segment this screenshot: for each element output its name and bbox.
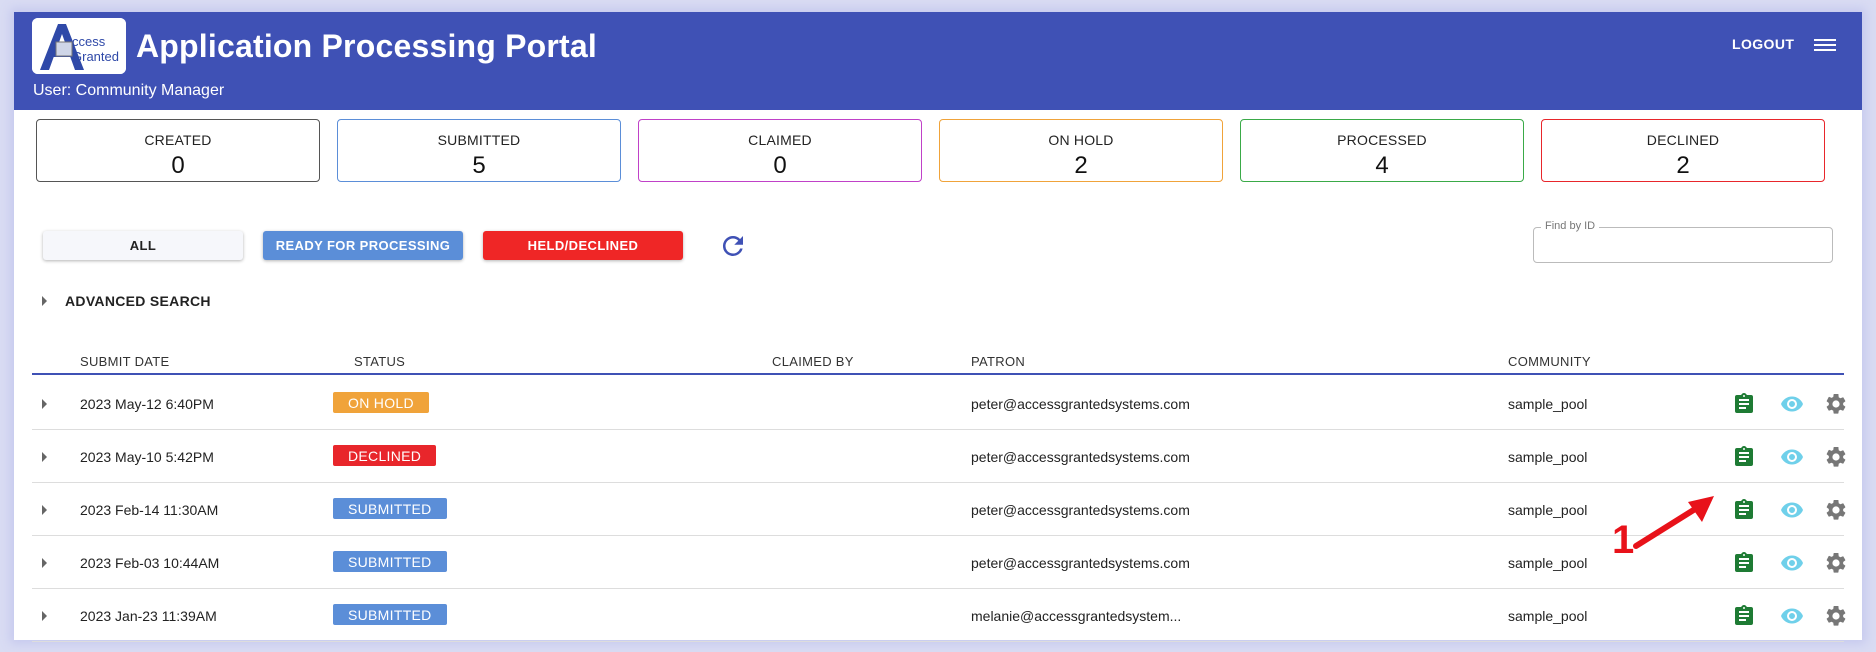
status-badge: SUBMITTED [333, 604, 447, 625]
card-label: CLAIMED [748, 132, 812, 148]
clipboard-icon[interactable] [1732, 551, 1756, 575]
logo-text-top: ccess [72, 34, 106, 49]
filter-held-declined-button[interactable]: HELD/DECLINED [483, 231, 683, 260]
status-badge: SUBMITTED [333, 551, 447, 572]
row-expand-icon[interactable] [42, 611, 47, 621]
app-header: ccess Granted Application Processing Por… [14, 12, 1862, 110]
eye-icon[interactable] [1780, 551, 1804, 575]
table-row[interactable]: 2023 Feb-03 10:44AM SUBMITTED peter@acce… [32, 536, 1846, 589]
column-claimed-by[interactable]: CLAIMED BY [772, 354, 854, 369]
card-claimed[interactable]: CLAIMED 0 [638, 119, 922, 182]
clipboard-icon[interactable] [1732, 445, 1756, 469]
refresh-icon[interactable] [718, 231, 748, 261]
card-count: 0 [773, 152, 787, 179]
patron-email: peter@accessgrantedsystems.com [971, 396, 1190, 412]
community: sample_pool [1508, 555, 1588, 571]
gear-icon[interactable] [1824, 551, 1848, 575]
gear-icon[interactable] [1824, 392, 1848, 416]
advanced-search-label: ADVANCED SEARCH [65, 293, 211, 309]
card-label: DECLINED [1646, 132, 1720, 148]
card-created[interactable]: CREATED 0 [36, 119, 320, 182]
gear-icon[interactable] [1824, 498, 1848, 522]
table-row[interactable]: 2023 Jan-23 11:39AM SUBMITTED melanie@ac… [32, 589, 1846, 642]
community: sample_pool [1508, 396, 1588, 412]
advanced-search-toggle[interactable]: ADVANCED SEARCH [42, 293, 211, 309]
annotation-number: 1 [1612, 518, 1635, 562]
eye-icon[interactable] [1780, 498, 1804, 522]
app-window: ccess Granted Application Processing Por… [14, 12, 1862, 642]
column-community[interactable]: COMMUNITY [1508, 354, 1591, 369]
card-label: CREATED [144, 132, 212, 148]
access-granted-logo: ccess Granted [32, 18, 126, 74]
status-badge: SUBMITTED [333, 498, 447, 519]
table-row[interactable]: 2023 May-10 5:42PM DECLINED peter@access… [32, 430, 1846, 483]
status-badge: DECLINED [333, 445, 437, 466]
logo-text-bottom: Granted [72, 49, 119, 64]
table-row[interactable]: 2023 Feb-14 11:30AM SUBMITTED peter@acce… [32, 483, 1846, 536]
eye-icon[interactable] [1780, 604, 1804, 628]
card-submitted[interactable]: SUBMITTED 5 [337, 119, 621, 182]
status-badge: ON HOLD [333, 392, 429, 413]
table-header: SUBMIT DATE STATUS CLAIMED BY PATRON COM… [32, 342, 1844, 375]
row-expand-icon[interactable] [42, 399, 47, 409]
clipboard-icon[interactable] [1732, 498, 1756, 522]
card-count: 0 [171, 152, 185, 179]
clipboard-icon[interactable] [1732, 392, 1756, 416]
column-submit-date[interactable]: SUBMIT DATE [80, 354, 170, 369]
submit-date: 2023 May-12 6:40PM [80, 396, 214, 412]
submit-date: 2023 May-10 5:42PM [80, 449, 214, 465]
community: sample_pool [1508, 608, 1588, 624]
patron-email: peter@accessgrantedsystems.com [971, 555, 1190, 571]
page-title: Application Processing Portal [136, 28, 598, 64]
row-expand-icon[interactable] [42, 452, 47, 462]
patron-email: peter@accessgrantedsystems.com [971, 502, 1190, 518]
column-status[interactable]: STATUS [354, 354, 405, 369]
card-label: SUBMITTED [437, 132, 521, 148]
column-patron[interactable]: PATRON [971, 354, 1025, 369]
gear-icon[interactable] [1824, 445, 1848, 469]
row-expand-icon[interactable] [42, 505, 47, 515]
logo-graphic: ccess Granted [32, 18, 126, 74]
eye-icon[interactable] [1780, 392, 1804, 416]
card-declined[interactable]: DECLINED 2 [1541, 119, 1825, 182]
card-label: PROCESSED [1337, 132, 1427, 148]
card-count: 4 [1375, 152, 1389, 179]
card-processed[interactable]: PROCESSED 4 [1240, 119, 1524, 182]
card-count: 2 [1676, 152, 1690, 179]
submit-date: 2023 Jan-23 11:39AM [80, 608, 217, 624]
card-count: 2 [1074, 152, 1088, 179]
community: sample_pool [1508, 502, 1588, 518]
eye-icon[interactable] [1780, 445, 1804, 469]
row-expand-icon[interactable] [42, 558, 47, 568]
find-by-id-input[interactable] [1540, 234, 1824, 258]
table-row[interactable]: 2023 May-12 6:40PM ON HOLD peter@accessg… [32, 377, 1846, 430]
filter-all-button[interactable]: ALL [43, 231, 243, 260]
expand-arrow-icon [42, 296, 47, 306]
hamburger-menu-icon[interactable] [1814, 36, 1836, 54]
submit-date: 2023 Feb-14 11:30AM [80, 502, 219, 518]
patron-email: melanie@accessgrantedsystem... [971, 608, 1182, 624]
clipboard-icon[interactable] [1732, 604, 1756, 628]
community: sample_pool [1508, 449, 1588, 465]
find-by-id-label: Find by ID [1541, 220, 1600, 232]
logout-button[interactable]: LOGOUT [1732, 36, 1794, 52]
submit-date: 2023 Feb-03 10:44AM [80, 555, 220, 571]
current-user: User: Community Manager [33, 82, 225, 99]
filter-ready-button[interactable]: READY FOR PROCESSING [263, 231, 463, 260]
card-label: ON HOLD [1048, 132, 1114, 148]
card-on-hold[interactable]: ON HOLD 2 [939, 119, 1223, 182]
card-count: 5 [472, 152, 486, 179]
patron-email: peter@accessgrantedsystems.com [971, 449, 1190, 465]
annotation-arrow-icon [1633, 496, 1714, 549]
gear-icon[interactable] [1824, 604, 1848, 628]
